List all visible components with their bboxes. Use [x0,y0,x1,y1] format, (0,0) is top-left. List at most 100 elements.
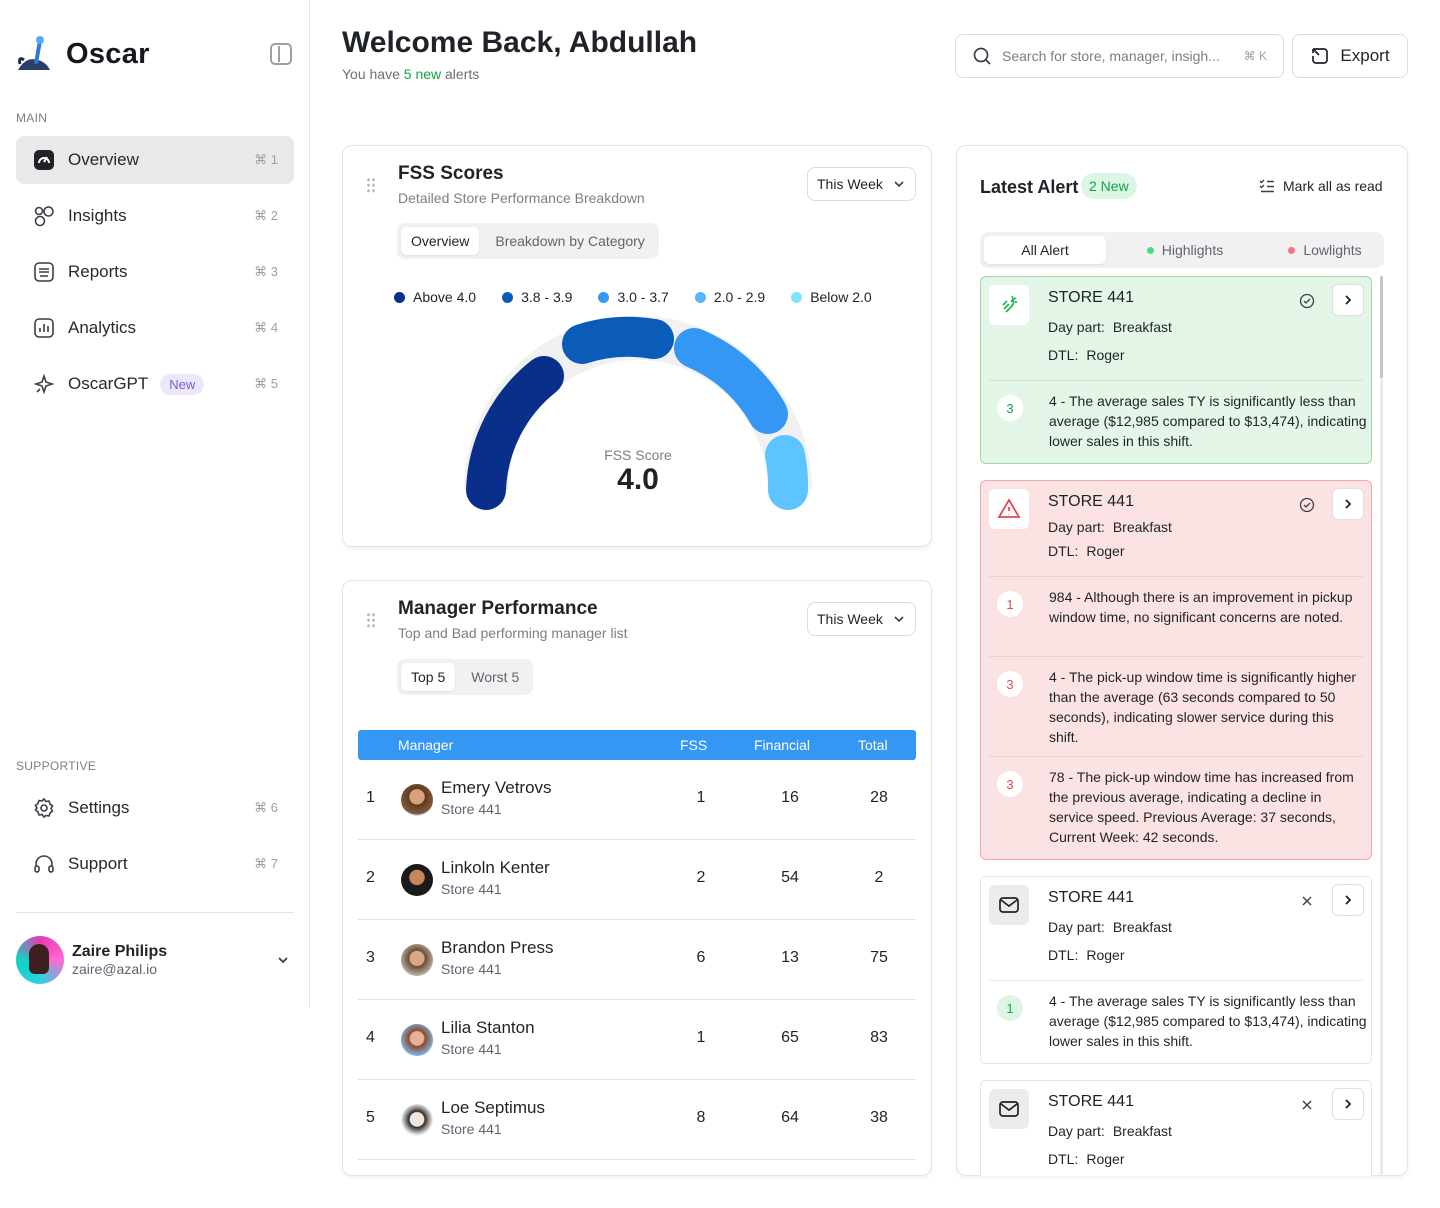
gauge-segment-3-8 [562,316,674,364]
export-label: Export [1340,46,1390,65]
manager-name: Linkoln Kenter [441,858,550,877]
tab-lowlights[interactable]: Lowlights [1270,236,1380,264]
drag-handle-icon[interactable] [366,177,376,193]
alert-store: STORE 441 [1048,493,1134,510]
check-circle-icon[interactable] [1299,497,1315,513]
main-section-label: MAIN [16,111,48,125]
tab-highlights[interactable]: Highlights [1130,236,1240,264]
rank: 2 [366,869,375,886]
rank: 4 [366,1029,375,1046]
sidebar-item-oscargpt[interactable]: OscarGPT New ⌘ 5 [16,360,294,408]
column-header-financial[interactable]: Financial [754,737,810,753]
user-profile[interactable]: Zaire Philips zaire@azal.io [16,936,294,984]
manager-name: Loe Septimus [441,1098,545,1117]
chevron-down-icon[interactable] [276,953,290,967]
dtl-value: Roger [1086,1151,1125,1167]
manager-name: Lilia Stanton [441,1018,535,1037]
shortcut-hint: ⌘ 1 [254,152,278,167]
bar-chart-icon [32,316,56,340]
day-part: Day part: Breakfast [1048,1123,1172,1139]
close-icon[interactable] [1299,1097,1315,1113]
dtl-label: DTL: [1048,1151,1079,1167]
sidebar-item-analytics[interactable]: Analytics ⌘ 4 [16,304,294,352]
gauge-segment-2-0 [765,435,809,510]
alert-card-lowlight[interactable]: STORE 441 Day part: Breakfast DTL: Roger 1… [980,480,1372,860]
day-part: Day part: Breakfast [1048,519,1172,535]
user-email: zaire@azal.io [72,961,158,977]
open-alert-button[interactable] [1332,884,1364,916]
tab-worst-5[interactable]: Worst 5 [461,663,529,691]
dtl-label: DTL: [1048,347,1079,363]
table-row[interactable]: 3 Brandon Press Store 441 6 13 75 [358,920,916,1000]
sidebar-item-label: Insights [68,206,127,225]
alert-card-message[interactable]: STORE 441 Day part: Breakfast DTL: Roger 1… [980,876,1372,1064]
avatar [401,784,433,816]
close-icon[interactable] [1299,893,1315,909]
dtl-value: Roger [1086,947,1125,963]
sidebar-item-label: Support [68,854,128,873]
dtl: DTL: Roger [1048,1151,1124,1167]
table-row[interactable]: 4 Lilia Stanton Store 441 1 65 83 [358,1000,916,1080]
card-title: Manager Performance [398,598,598,619]
tab-all-alert[interactable]: All Alert [984,236,1106,264]
sidebar-item-overview[interactable]: Overview ⌘ 1 [16,136,294,184]
card-title: FSS Scores [398,163,504,184]
column-header-fss[interactable]: FSS [680,737,707,753]
sidebar-item-reports[interactable]: Reports ⌘ 3 [16,248,294,296]
drag-handle-icon[interactable] [366,612,376,628]
manager-store: Store 441 [441,1121,502,1137]
shortcut-hint: ⌘ 4 [254,320,278,335]
lowlight-dot-icon [1288,246,1296,254]
open-alert-button[interactable] [1332,488,1364,520]
alert-item-number: 1 [997,995,1023,1021]
manager-store: Store 441 [441,881,502,897]
alert-card-message[interactable]: STORE 441 Day part: Breakfast DTL: Roger [980,1080,1372,1176]
period-select[interactable]: This Week [807,167,916,201]
export-button[interactable]: Export [1292,34,1408,78]
sidebar-item-support[interactable]: Support ⌘ 7 [16,840,294,888]
dtl-label: DTL: [1048,543,1079,559]
tab-top-5[interactable]: Top 5 [401,663,456,691]
collapse-sidebar-icon[interactable] [270,43,292,65]
sidebar-divider [16,912,294,913]
gauge-score: 4.0 [617,463,659,496]
open-alert-button[interactable] [1332,1088,1364,1120]
mark-all-read-button[interactable]: Mark all as read [1259,178,1383,194]
user-name: Zaire Philips [72,943,168,960]
app-logo[interactable]: Oscar [16,34,150,74]
table-row[interactable]: 2 Linkoln Kenter Store 441 2 54 2 [358,840,916,920]
open-alert-button[interactable] [1332,284,1364,316]
legend-dot [394,292,405,303]
check-circle-icon[interactable] [1299,293,1315,309]
fss-value: 2 [696,869,706,886]
manager-name: Emery Vetrovs [441,778,552,797]
dtl-label: DTL: [1048,947,1079,963]
new-badge: 2 New [1081,173,1137,199]
fss-value: 6 [696,949,706,966]
avatar [401,1024,433,1056]
alert-list[interactable]: STORE 441 Day part: Breakfast DTL: Roger 3… [956,276,1408,1176]
sidebar-item-settings[interactable]: Settings ⌘ 6 [16,784,294,832]
total-value: 28 [870,789,888,806]
table-row[interactable]: 1 Emery Vetrovs Store 441 1 16 28 [358,760,916,840]
alerts-summary: You have 5 new alerts [342,66,479,82]
tab-overview[interactable]: Overview [401,227,480,255]
financial-value: 54 [781,869,799,886]
alert-scrollbar[interactable] [1380,276,1383,1176]
day-part: Day part: Breakfast [1048,919,1172,935]
sidebar-item-insights[interactable]: Insights ⌘ 2 [16,192,294,240]
alert-card-highlight[interactable]: STORE 441 Day part: Breakfast DTL: Roger 3… [980,276,1372,464]
dtl: DTL: Roger [1048,947,1124,963]
column-header-manager[interactable]: Manager [398,737,453,753]
sidebar-item-label: Analytics [68,318,137,337]
table-row[interactable]: 5 Loe Septimus Store 441 8 64 38 [358,1080,916,1160]
alert-tabs: All Alert Highlights Lowlights [980,232,1384,268]
manager-store: Store 441 [441,961,502,977]
shortcut-hint: ⌘ 5 [254,376,278,391]
dtl-value: Roger [1086,347,1125,363]
tab-breakdown-by-category[interactable]: Breakdown by Category [485,227,654,255]
search-input[interactable]: Search for store, manager, insigh... ⌘ K [955,34,1284,78]
column-header-total[interactable]: Total [858,737,888,753]
period-select[interactable]: This Week [807,602,916,636]
new-alerts-count[interactable]: 5 new [404,66,441,82]
